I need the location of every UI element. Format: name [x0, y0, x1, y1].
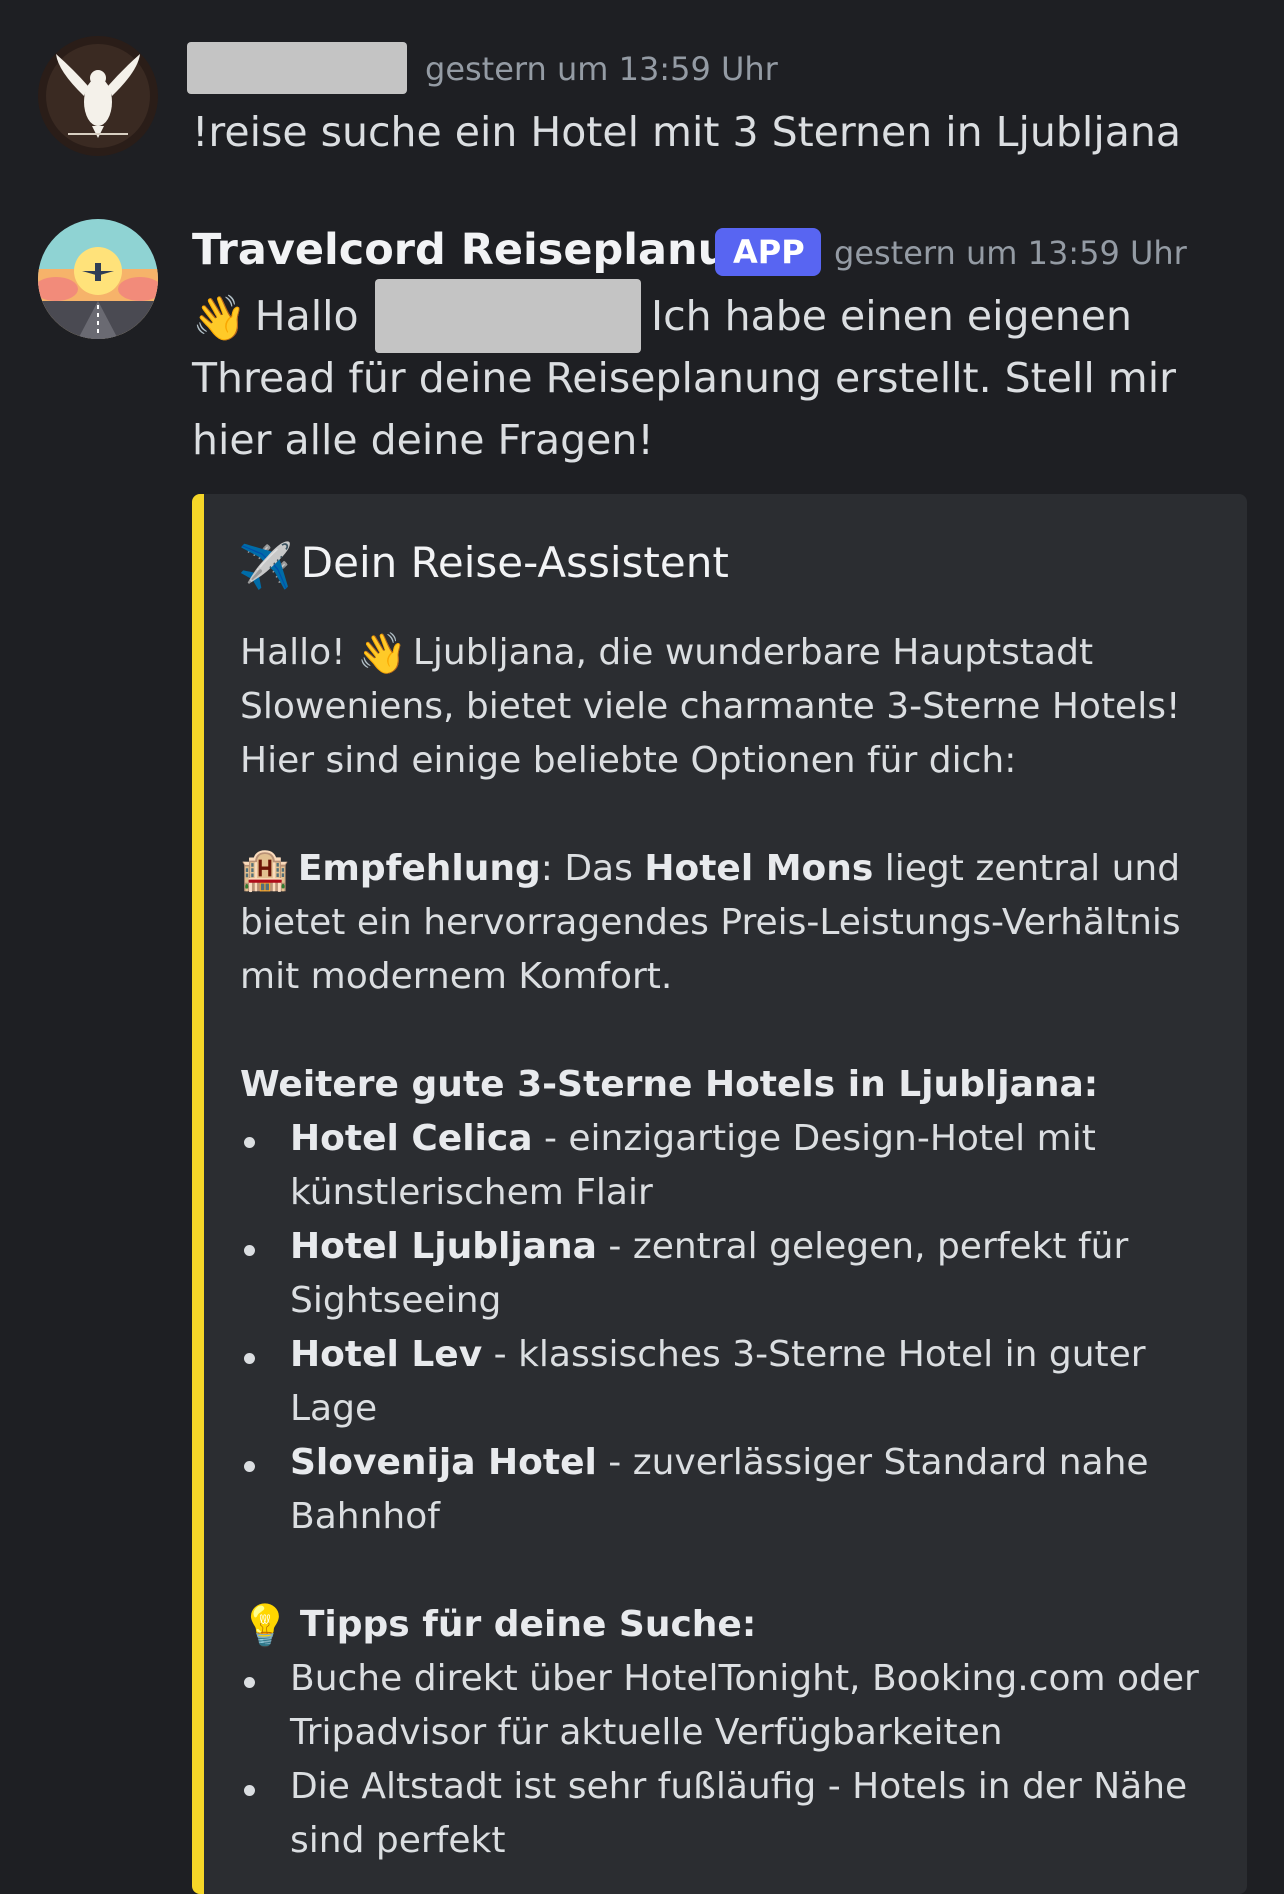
hotel-item-3: Hotel Lev - klassisches 3-Sterne Hotel i…	[290, 1328, 1146, 1382]
message-timestamp: gestern um 13:59 Uhr	[834, 234, 1187, 272]
hotel-item-2-cont: Sightseeing	[290, 1280, 502, 1321]
recommendation-line-1: 🏨 Empfehlung: Das Hotel Mons liegt zentra…	[240, 842, 1180, 897]
app-badge: APP	[715, 228, 821, 276]
waving-hand-icon: 👋	[357, 631, 407, 677]
recommendation-line-2: bietet ein hervorragendes Preis-Leistung…	[240, 902, 1181, 943]
hotel-name: Hotel Lev	[290, 1334, 483, 1375]
message-bot: Travelcord Reiseplanung APP gestern um 1…	[0, 0, 1284, 480]
lightbulb-icon: 💡	[240, 1603, 290, 1649]
airplane-icon: ✈️	[238, 540, 293, 592]
intro-hello: Hallo!	[240, 632, 358, 673]
greeting-text: Hallo	[254, 292, 359, 340]
intro-line-3: Hier sind einige beliebte Optionen für d…	[240, 740, 1017, 781]
bot-avatar[interactable]	[38, 219, 158, 339]
airplane-sunset-avatar-icon	[38, 219, 158, 339]
hotel-name: Hotel Ljubljana	[290, 1226, 597, 1267]
embed-accent-bar	[192, 494, 204, 1894]
tip-item-2: Die Altstadt ist sehr fußläufig - Hotels…	[290, 1766, 1188, 1807]
bot-author-name[interactable]: Travelcord Reiseplanung	[192, 225, 790, 275]
hotel-desc: - einzigartige Design-Hotel mit	[532, 1118, 1096, 1159]
tip-item-1-cont: Tripadvisor für aktuelle Verfügbarkeiten	[290, 1712, 1003, 1753]
embed-card: ✈️ Dein Reise-Assistent Hallo! 👋 Ljubljana…	[192, 494, 1247, 1894]
embed-title-text: Dein Reise-Assistent	[300, 538, 729, 587]
intro-line-2: Sloweniens, bietet viele charmante 3-Ste…	[240, 686, 1181, 727]
recommendation-pre: : Das	[540, 848, 645, 889]
hotel-item-4: Slovenija Hotel - zuverlässiger Standard…	[290, 1436, 1149, 1490]
message-line-1: 👋 Hallo	[192, 285, 359, 350]
recommendation-label: Empfehlung	[297, 848, 541, 889]
message-line-3: hier alle deine Fragen!	[192, 416, 654, 464]
more-hotels-heading: Weitere gute 3-Sterne Hotels in Ljubljan…	[240, 1058, 1098, 1112]
tip-item-2-cont: sind perfekt	[290, 1820, 506, 1861]
intro-text-1: Ljubljana, die wunderbare Hauptstadt	[412, 632, 1094, 673]
hotel-item-1: Hotel Celica - einzigartige Design-Hotel…	[290, 1112, 1096, 1166]
waving-hand-icon: 👋	[192, 293, 247, 344]
tips-heading: 💡 Tipps für deine Suche:	[240, 1598, 756, 1653]
hotel-desc: - zentral gelegen, perfekt für	[596, 1226, 1129, 1267]
hotel-item-3-cont: Lage	[290, 1388, 378, 1429]
list-bullet	[244, 1353, 255, 1364]
hotel-item-4-cont: Bahnhof	[290, 1496, 440, 1537]
hotel-icon: 🏨	[240, 847, 290, 893]
intro-line-1: Hallo! 👋 Ljubljana, die wunderbare Haupts…	[240, 626, 1093, 681]
recommendation-line-3: mit modernem Komfort.	[240, 956, 673, 997]
list-bullet	[244, 1461, 255, 1472]
tips-heading-text: Tipps für deine Suche:	[299, 1604, 757, 1645]
message-line-1-cont: Ich habe einen eigenen	[651, 292, 1132, 340]
hotel-desc: - zuverlässiger Standard nahe	[596, 1442, 1149, 1483]
list-bullet	[244, 1245, 255, 1256]
recommendation-post: liegt zentral und	[873, 848, 1181, 889]
list-bullet	[244, 1785, 255, 1796]
hotel-item-1-cont: künstlerischem Flair	[290, 1172, 653, 1213]
redacted-mention	[375, 279, 641, 353]
hotel-item-2: Hotel Ljubljana - zentral gelegen, perfe…	[290, 1220, 1128, 1274]
hotel-desc: - klassisches 3-Sterne Hotel in guter	[482, 1334, 1146, 1375]
recommendation-hotel: Hotel Mons	[644, 848, 874, 889]
embed-title: ✈️ Dein Reise-Assistent	[238, 538, 729, 592]
hotel-name: Slovenija Hotel	[290, 1442, 597, 1483]
message-line-2: Thread für deine Reiseplanung erstellt. …	[192, 354, 1176, 402]
tip-item-1: Buche direkt über HotelTonight, Booking.…	[290, 1658, 1199, 1699]
more-hotels-heading-text: Weitere gute 3-Sterne Hotels in Ljubljan…	[240, 1064, 1099, 1105]
hotel-name: Hotel Celica	[290, 1118, 533, 1159]
list-bullet	[244, 1677, 255, 1688]
list-bullet	[244, 1137, 255, 1148]
